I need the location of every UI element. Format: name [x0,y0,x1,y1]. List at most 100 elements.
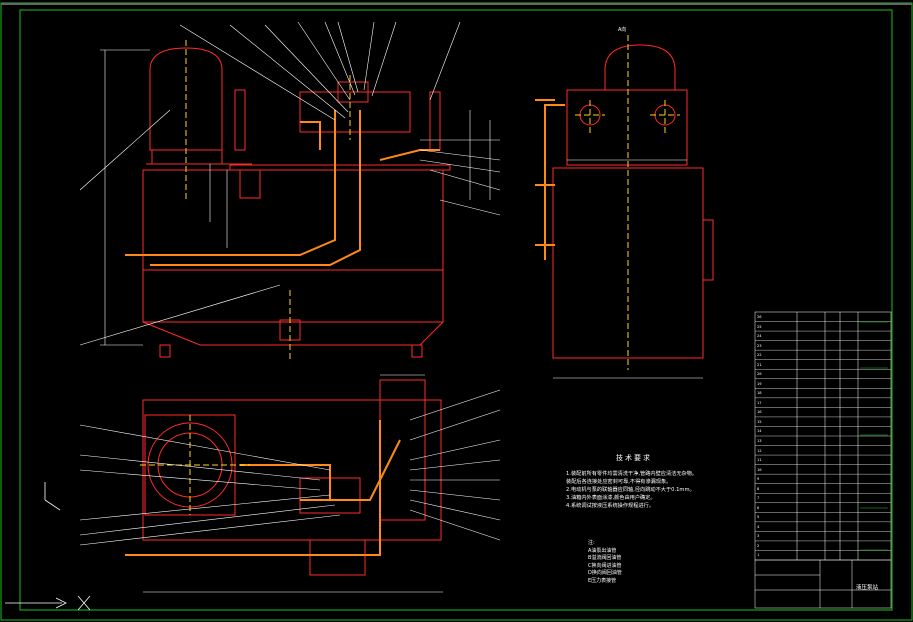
bom-item-number: 16 [757,409,762,415]
bom-item-number: 6 [757,504,760,510]
tank-leg-right [411,344,423,358]
legend-item: B溢流阀回油管 [588,555,622,561]
leader-13 [419,149,501,161]
legend-title: 注: [588,540,595,546]
leader-9 [429,21,461,101]
bom-item-number: 20 [757,371,762,377]
legend-item: C换向阀进油管 [588,562,622,569]
bom-item-number: 18 [757,390,762,396]
bom-item-number: 21 [757,361,762,367]
top-leader-7 [409,389,501,421]
bom-item-number: 2 [757,542,760,548]
tech-requirements-title: 技术要求 [616,454,652,462]
leader-1 [179,24,336,121]
tank-leg-left [159,344,171,358]
leader-7 [363,21,375,91]
tank-bottom [142,321,444,346]
front-dimensions [100,49,491,346]
fitting-left [239,169,261,199]
side-pipe-main [544,104,565,260]
top-leader-4 [79,494,331,521]
leader-16 [439,199,501,216]
valve-column [234,89,246,151]
bom-item-number: 13 [757,438,762,443]
side-valve-block [566,89,688,166]
top-pipe-c [300,439,401,501]
bom-row-lines [755,321,891,561]
ucs-icon [44,482,61,511]
oil-tank [142,169,444,323]
hydraulic-station-drawing [0,2,913,621]
top-leader-1 [79,424,331,471]
bom-item-number: 7 [757,495,760,501]
top-filter [309,539,366,576]
pipe-legend: 注: A油泵出油管 B溢流阀回油管 C换向阀进油管 D换向阀回油管 E压力表接管 [588,540,622,585]
top-leader-12 [409,489,501,501]
view-label-a: A向 [618,27,627,33]
valve-block [299,91,411,133]
bom-item-number: 14 [757,428,762,434]
leader-15 [429,169,501,191]
leader-2 [229,24,346,119]
top-leader-3 [79,469,321,491]
bom-item-number: 10 [757,466,762,472]
bom-outline [754,311,892,609]
cad-drawing-canvas [0,0,913,622]
top-leader-10 [409,459,501,471]
tech-line: 4.系统调试按液压系统操作规程进行。 [566,503,654,509]
motor-base [151,149,223,165]
bom-item-number: 17 [757,399,762,405]
bom-table [754,311,892,609]
bom-item-number: 5 [757,514,760,520]
legend-item: D换向阀回油管 [588,570,622,576]
pressure-pipe [300,121,321,150]
tech-line: 1.装配前所有零件均需清洗干净,管路内壁应清洁无杂物。 [566,471,698,477]
side-view [552,44,714,359]
leader-8 [371,21,397,97]
bom-item-number: 26 [757,314,762,319]
bom-item-number: 1 [757,552,760,558]
bom-item-number: 4 [757,523,760,529]
tech-line: 3.油箱内外表面涂漆,颜色由用户确定。 [566,495,656,501]
top-tank [142,399,442,541]
front-view [142,47,451,358]
bom-item-number: 8 [757,485,760,491]
leader-3 [264,24,349,113]
bom-item-number: 15 [757,418,762,424]
pressure-gauge [429,91,441,151]
tech-requirements: 1.装配前所有零件均需清洗干净,管路内壁应清洁无杂物。 装配后各连接处应密封可靠… [566,470,746,510]
bom-item-number: 9 [757,476,760,482]
bom-item-number: 11 [757,457,762,463]
top-leader-13 [409,499,501,521]
bom-item-number: 25 [757,323,762,329]
bom-item-number: 22 [757,352,762,358]
top-pipe-a [240,464,331,500]
view-arrow [5,482,91,611]
legend-item: A油泵出油管 [588,547,617,554]
top-leader-9 [409,439,501,461]
leader-11 [79,284,281,346]
top-valve-stack [379,379,426,521]
top-leader-2 [79,454,321,481]
legend-item: E压力表接管 [588,577,617,584]
leader-5 [324,21,356,96]
bom-item-number: 19 [757,380,762,386]
side-level-gauge [702,219,714,281]
bom-item-number: 24 [757,333,762,339]
top-leader-8 [409,409,501,441]
tech-line: 装配后各连接处应密封可靠,不得有渗漏现象。 [566,479,672,485]
outer-frame [0,2,913,621]
arrow-x-mark [77,595,91,611]
side-centerlines [575,35,680,370]
bom-item-number: 12 [757,447,762,453]
side-motor [604,44,676,91]
top-centerlines [140,415,250,515]
front-view-pipes [125,110,440,266]
top-leader-14 [409,509,501,541]
tank-cover [229,164,451,171]
top-scroll-strip [1,3,912,5]
bom-item-number: 23 [757,342,762,348]
top-view [142,379,442,576]
inner-frame [19,9,893,611]
drawing-title: 液压泵站 [856,585,879,591]
